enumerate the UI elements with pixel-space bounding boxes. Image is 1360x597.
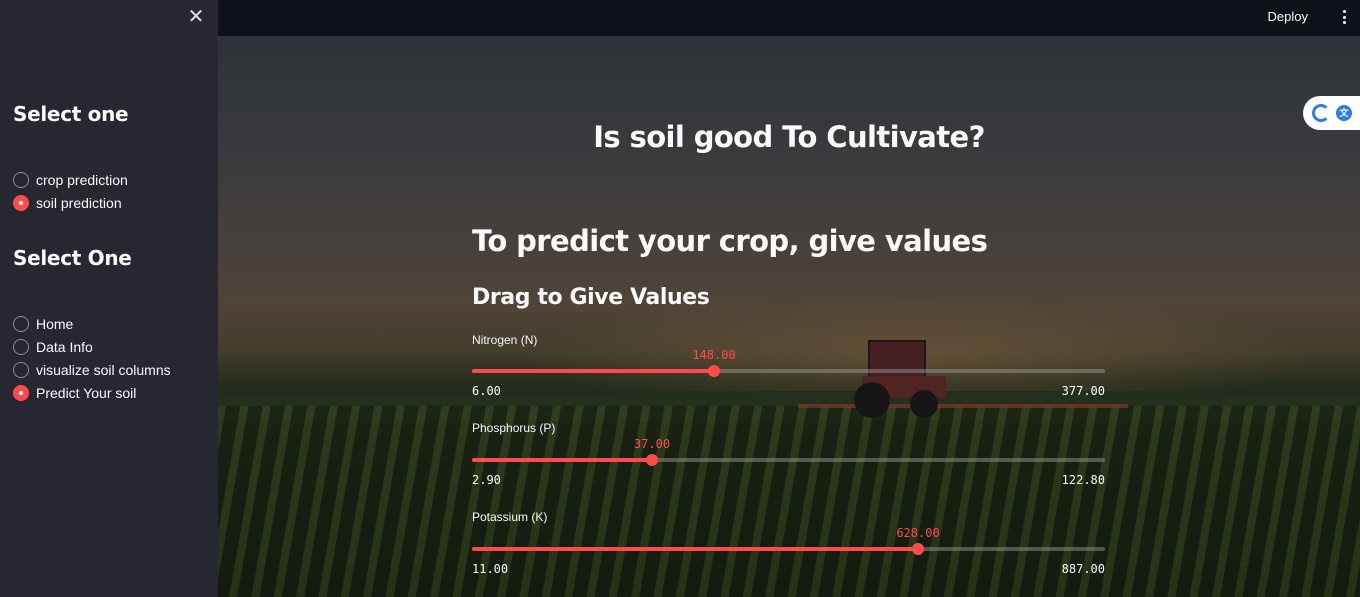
radio-circle-selected-icon — [13, 384, 29, 401]
radio-group-mode: crop prediction soil prediction — [13, 168, 128, 214]
radio-label: Home — [36, 315, 74, 332]
translate-icon: 文 — [1336, 105, 1352, 121]
slider-track-fill — [472, 458, 652, 462]
sidebar-heading-select-one: Select one — [13, 102, 129, 126]
slider-max-label: 122.80 — [1061, 473, 1105, 487]
radio-soil-prediction[interactable]: soil prediction — [13, 191, 128, 214]
close-icon[interactable]: ✕ — [186, 7, 206, 27]
slider-track[interactable] — [472, 543, 1105, 555]
radio-circle-icon — [13, 171, 29, 188]
radio-circle-selected-icon — [13, 194, 29, 211]
sidebar: ✕ Select one crop prediction soil predic… — [0, 0, 218, 597]
slider-track[interactable] — [472, 454, 1105, 466]
radio-label: soil prediction — [36, 194, 122, 211]
slider-value: 37.00 — [633, 437, 671, 451]
slider-min-label: 6.00 — [472, 384, 501, 398]
radio-group-page: Home Data Info visualize soil columns Pr… — [13, 312, 171, 404]
radio-label: visualize soil columns — [36, 361, 171, 378]
slider-label: Phosphorus (P) — [472, 421, 556, 435]
slider-label: Nitrogen (N) — [472, 333, 538, 347]
kebab-menu-icon[interactable] — [1340, 8, 1348, 26]
radio-circle-icon — [13, 315, 29, 332]
slider-phosphorus: Phosphorus (P) 37.00 2.90 122.80 — [472, 421, 1105, 491]
slider-potassium: Potassium (K) 628.00 11.00 887.00 — [472, 510, 1105, 580]
radio-label: crop prediction — [36, 171, 128, 188]
subheading: To predict your crop, give values — [472, 224, 988, 258]
slider-track[interactable] — [472, 365, 1105, 377]
sidebar-heading-select-one-page: Select One — [13, 246, 132, 270]
slider-track-fill — [472, 369, 714, 373]
slider-min-label: 11.00 — [472, 562, 509, 576]
slider-track-fill — [472, 547, 918, 551]
radio-label: Data Info — [36, 338, 93, 355]
slider-value: 628.00 — [896, 526, 940, 540]
slider-nitrogen: Nitrogen (N) 148.00 6.00 377.00 — [472, 333, 1105, 403]
top-toolbar: Deploy — [218, 0, 1360, 36]
radio-label: Predict Your soil — [36, 384, 137, 401]
radio-crop-prediction[interactable]: crop prediction — [13, 168, 128, 191]
radio-home[interactable]: Home — [13, 312, 171, 335]
deploy-button[interactable]: Deploy — [1268, 9, 1308, 24]
slider-max-label: 887.00 — [1061, 562, 1105, 576]
slider-value: 148.00 — [692, 348, 736, 362]
slider-thumb[interactable] — [708, 365, 720, 377]
slider-min-label: 2.90 — [472, 473, 501, 487]
radio-predict-your-soil[interactable]: Predict Your soil — [13, 381, 171, 404]
radio-circle-icon — [13, 338, 29, 355]
radio-visualize-soil-columns[interactable]: visualize soil columns — [13, 358, 171, 381]
slider-label: Potassium (K) — [472, 510, 548, 524]
slider-thumb[interactable] — [646, 454, 658, 466]
radio-circle-icon — [13, 361, 29, 378]
radio-data-info[interactable]: Data Info — [13, 335, 171, 358]
slider-max-label: 377.00 — [1061, 384, 1105, 398]
slider-thumb[interactable] — [912, 543, 924, 555]
page-title: Is soil good To Cultivate? — [593, 120, 985, 154]
section-heading: Drag to Give Values — [472, 285, 710, 310]
